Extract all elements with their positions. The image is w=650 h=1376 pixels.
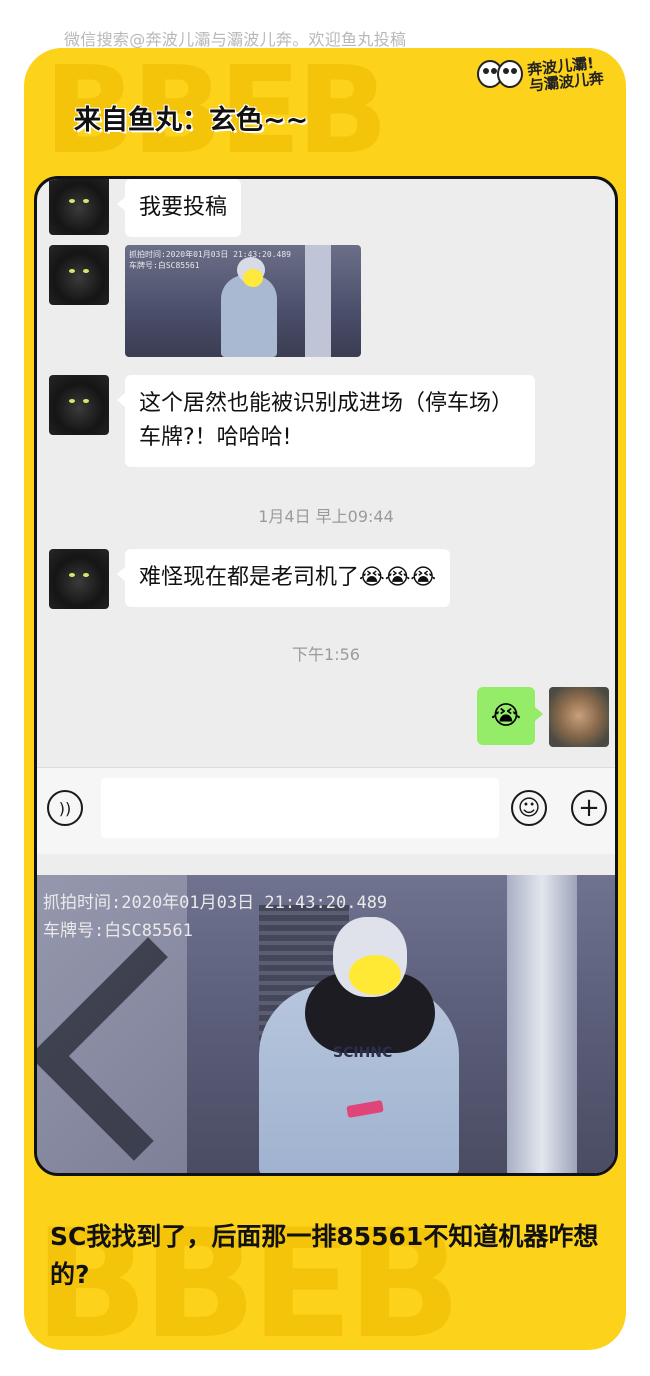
message-input[interactable] <box>101 778 499 838</box>
crying-emoji-icon: 😭 <box>490 701 522 731</box>
plus-icon[interactable]: + <box>571 790 607 826</box>
capture-time: 抓拍时间:2020年01月03日 21:43:20.489 <box>43 893 388 913</box>
sender-avatar[interactable] <box>49 549 109 609</box>
my-message-bubble[interactable]: 😭 <box>477 687 543 745</box>
post-card: BBEB BBEB 奔波儿灞! 与灞波儿奔 来自鱼丸：玄色~~ 我要投稿 抓拍时… <box>24 48 626 1350</box>
brand-logo: 奔波儿灞! 与灞波儿奔 <box>476 52 616 96</box>
message-bubble[interactable]: 我要投稿 <box>116 179 242 237</box>
message-row: 我要投稿 <box>49 179 242 237</box>
image-caption: 抓拍时间:2020年01月03日 21:43:20.489 车牌号:白SC855… <box>129 250 291 270</box>
emoji-icon[interactable]: ☺ <box>511 790 547 826</box>
crying-emoji-icon: 😭😭😭 <box>359 565 437 590</box>
image-message[interactable]: 抓拍时间:2020年01月03日 21:43:20.489 车牌号:白SC855… <box>125 245 361 357</box>
message-row: 这个居然也能被识别成进场（停车场）车牌?！哈哈哈! <box>49 375 535 467</box>
owl-logo-icon <box>477 60 523 88</box>
chat-timestamp: 下午1:56 <box>292 645 360 664</box>
enlarged-photo: SCIHNC 抓拍时间:2020年01月03日 21:43:20.489 车牌号… <box>37 875 615 1173</box>
message-row: 抓拍时间:2020年01月03日 21:43:20.489 车牌号:白SC855… <box>49 245 361 357</box>
chat-input-bar: )) ☺ + <box>37 767 615 854</box>
photo-caption: 抓拍时间:2020年01月03日 21:43:20.489 车牌号:白SC855… <box>43 889 387 945</box>
post-headline: 来自鱼丸：玄色~~ <box>74 105 309 136</box>
sender-avatar[interactable] <box>49 375 109 435</box>
bottom-caption: SC我找到了，后面那一排85561不知道机器咋想的? <box>50 1222 599 1289</box>
message-text: 难怪现在都是老司机了 <box>139 565 360 590</box>
shirt-logo: SCIHNC <box>333 1045 393 1061</box>
mosaic-blur <box>349 955 401 995</box>
message-bubble[interactable]: 这个居然也能被识别成进场（停车场）车牌?！哈哈哈! <box>117 375 535 467</box>
brand-name: 奔波儿灞! 与灞波儿奔 <box>526 54 604 95</box>
sender-avatar[interactable] <box>49 245 109 305</box>
message-row: 难怪现在都是老司机了😭😭😭 <box>49 549 451 609</box>
plate-number: 车牌号:白SC85561 <box>43 921 193 941</box>
voice-icon[interactable]: )) <box>47 790 83 826</box>
watermark-header-text: 微信搜索@奔波儿灞与灞波儿奔。欢迎鱼丸投稿 <box>64 30 407 49</box>
chat-timestamp: 1月4日 早上09:44 <box>258 507 394 526</box>
message-bubble[interactable]: 难怪现在都是老司机了😭😭😭 <box>116 549 451 607</box>
my-avatar[interactable] <box>549 687 609 747</box>
chat-screenshot: 我要投稿 抓拍时间:2020年01月03日 21:43:20.489 车牌号:白… <box>34 176 618 1176</box>
sender-avatar[interactable] <box>49 179 109 235</box>
